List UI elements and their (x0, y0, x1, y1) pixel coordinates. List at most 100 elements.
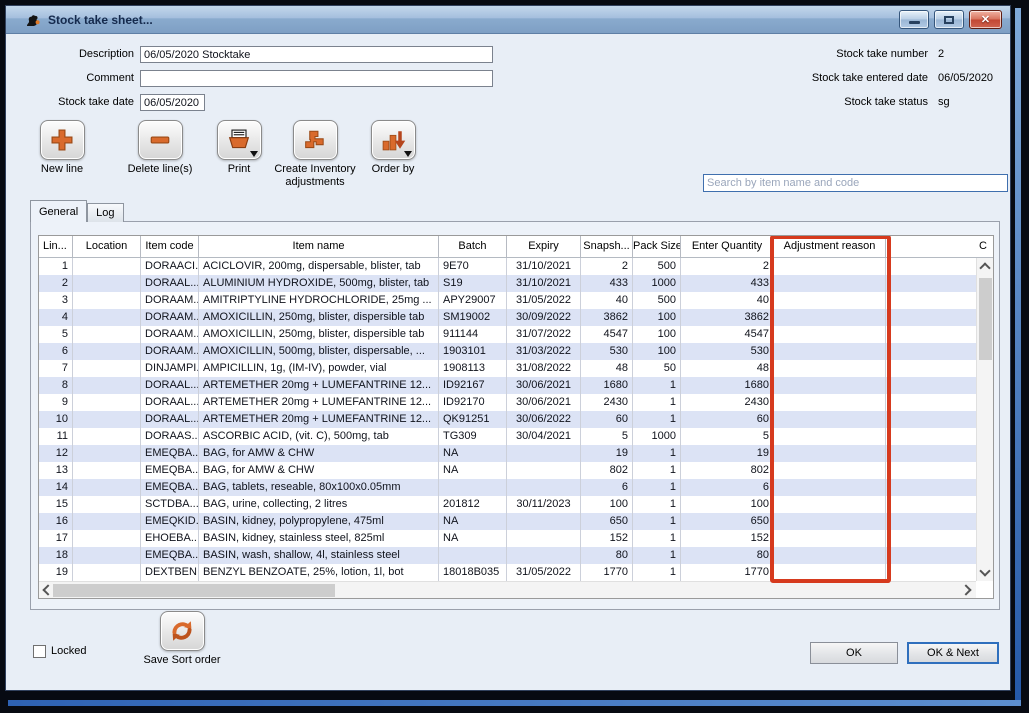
header-batch[interactable]: Batch (439, 236, 507, 257)
cell-line[interactable]: 19 (39, 564, 73, 581)
cell-adjustment-reason[interactable] (774, 394, 886, 411)
cell-line[interactable]: 4 (39, 309, 73, 326)
cell-adjustment-reason[interactable] (774, 564, 886, 581)
cell-adjustment-reason[interactable] (774, 292, 886, 309)
cell-location[interactable] (73, 343, 141, 360)
cell-line[interactable]: 9 (39, 394, 73, 411)
table-row[interactable]: 8 DORAAL... ARTEMETHER 20mg + LUMEFANTRI… (39, 377, 976, 394)
cell-enter-quantity[interactable]: 60 (681, 411, 774, 428)
maximize-button[interactable] (934, 10, 964, 29)
cell-snapshot[interactable]: 433 (581, 275, 633, 292)
stock-take-date-input[interactable] (140, 94, 205, 111)
cell-snapshot[interactable]: 2 (581, 258, 633, 275)
table-row[interactable]: 11 DORAAS... ASCORBIC ACID, (vit. C), 50… (39, 428, 976, 445)
cell-pack-size[interactable]: 500 (633, 292, 681, 309)
cell-comment[interactable] (886, 530, 976, 547)
cell-enter-quantity[interactable]: 1680 (681, 377, 774, 394)
cell-expiry[interactable] (507, 445, 581, 462)
vertical-scrollbar[interactable] (976, 258, 993, 581)
cell-snapshot[interactable]: 40 (581, 292, 633, 309)
cell-enter-quantity[interactable]: 2430 (681, 394, 774, 411)
description-input[interactable] (140, 46, 493, 63)
cell-line[interactable]: 1 (39, 258, 73, 275)
cell-item-name[interactable]: AMPICILLIN, 1g, (IM-IV), powder, vial (199, 360, 439, 377)
cell-comment[interactable] (886, 360, 976, 377)
cell-line[interactable]: 7 (39, 360, 73, 377)
cell-adjustment-reason[interactable] (774, 428, 886, 445)
cell-item-code[interactable]: EMEQBA... (141, 445, 199, 462)
cell-adjustment-reason[interactable] (774, 513, 886, 530)
cell-item-code[interactable]: DORAACI... (141, 258, 199, 275)
cell-enter-quantity[interactable]: 19 (681, 445, 774, 462)
cell-item-code[interactable]: DORAAS... (141, 428, 199, 445)
cell-expiry[interactable]: 31/07/2022 (507, 326, 581, 343)
cell-expiry[interactable]: 31/10/2021 (507, 258, 581, 275)
cell-pack-size[interactable]: 1 (633, 513, 681, 530)
cell-snapshot[interactable]: 6 (581, 479, 633, 496)
cell-comment[interactable] (886, 377, 976, 394)
cell-pack-size[interactable]: 1000 (633, 275, 681, 292)
cell-adjustment-reason[interactable] (774, 258, 886, 275)
header-comment[interactable]: C (886, 236, 993, 257)
cell-item-name[interactable]: ARTEMETHER 20mg + LUMEFANTRINE 12... (199, 411, 439, 428)
cell-item-name[interactable]: AMOXICILLIN, 500mg, blister, dispersable… (199, 343, 439, 360)
close-button[interactable]: ✕ (969, 10, 1002, 29)
cell-item-code[interactable]: EMEQKID... (141, 513, 199, 530)
cell-adjustment-reason[interactable] (774, 360, 886, 377)
cell-batch[interactable]: TG309 (439, 428, 507, 445)
cell-adjustment-reason[interactable] (774, 275, 886, 292)
horizontal-scrollbar-thumb[interactable] (53, 584, 335, 597)
cell-comment[interactable] (886, 428, 976, 445)
cell-snapshot[interactable]: 80 (581, 547, 633, 564)
cell-batch[interactable] (439, 479, 507, 496)
cell-expiry[interactable]: 30/06/2021 (507, 377, 581, 394)
cell-location[interactable] (73, 564, 141, 581)
cell-item-name[interactable]: BASIN, wash, shallow, 4l, stainless stee… (199, 547, 439, 564)
cell-line[interactable]: 14 (39, 479, 73, 496)
cell-item-name[interactable]: AMOXICILLIN, 250mg, blister, dispersible… (199, 309, 439, 326)
cell-adjustment-reason[interactable] (774, 411, 886, 428)
cell-location[interactable] (73, 530, 141, 547)
cell-expiry[interactable]: 31/08/2022 (507, 360, 581, 377)
cell-comment[interactable] (886, 309, 976, 326)
cell-line[interactable]: 8 (39, 377, 73, 394)
cell-expiry[interactable]: 31/05/2022 (507, 292, 581, 309)
cell-item-name[interactable]: ARTEMETHER 20mg + LUMEFANTRINE 12... (199, 394, 439, 411)
cell-expiry[interactable]: 30/06/2021 (507, 394, 581, 411)
cell-enter-quantity[interactable]: 530 (681, 343, 774, 360)
cell-pack-size[interactable]: 1 (633, 530, 681, 547)
save-sort-order-button[interactable]: Save Sort order (127, 611, 237, 667)
scroll-down-icon[interactable] (979, 565, 990, 576)
cell-adjustment-reason[interactable] (774, 445, 886, 462)
cell-batch[interactable]: ID92167 (439, 377, 507, 394)
cell-enter-quantity[interactable]: 4547 (681, 326, 774, 343)
cell-snapshot[interactable]: 4547 (581, 326, 633, 343)
cell-line[interactable]: 11 (39, 428, 73, 445)
cell-item-name[interactable]: BASIN, kidney, polypropylene, 475ml (199, 513, 439, 530)
cell-enter-quantity[interactable]: 802 (681, 462, 774, 479)
cell-location[interactable] (73, 275, 141, 292)
table-row[interactable]: 18 EMEQBA... BASIN, wash, shallow, 4l, s… (39, 547, 976, 564)
cell-comment[interactable] (886, 292, 976, 309)
cell-snapshot[interactable]: 2430 (581, 394, 633, 411)
cell-expiry[interactable] (507, 513, 581, 530)
ok-next-button[interactable]: OK & Next (907, 642, 999, 664)
cell-enter-quantity[interactable]: 100 (681, 496, 774, 513)
cell-item-code[interactable]: DORAAL... (141, 394, 199, 411)
cell-item-code[interactable]: EMEQBA... (141, 547, 199, 564)
cell-location[interactable] (73, 445, 141, 462)
cell-line[interactable]: 5 (39, 326, 73, 343)
cell-item-name[interactable]: ARTEMETHER 20mg + LUMEFANTRINE 12... (199, 377, 439, 394)
table-row[interactable]: 4 DORAAM... AMOXICILLIN, 250mg, blister,… (39, 309, 976, 326)
cell-item-name[interactable]: BASIN, kidney, stainless steel, 825ml (199, 530, 439, 547)
header-adjustment-reason[interactable]: Adjustment reason (774, 236, 886, 257)
cell-pack-size[interactable]: 1 (633, 445, 681, 462)
cell-comment[interactable] (886, 479, 976, 496)
cell-expiry[interactable]: 30/09/2022 (507, 309, 581, 326)
table-row[interactable]: 14 EMEQBA... BAG, tablets, reseable, 80x… (39, 479, 976, 496)
cell-enter-quantity[interactable]: 6 (681, 479, 774, 496)
cell-batch[interactable]: 18018B035 (439, 564, 507, 581)
cell-snapshot[interactable]: 100 (581, 496, 633, 513)
cell-line[interactable]: 17 (39, 530, 73, 547)
cell-enter-quantity[interactable]: 2 (681, 258, 774, 275)
